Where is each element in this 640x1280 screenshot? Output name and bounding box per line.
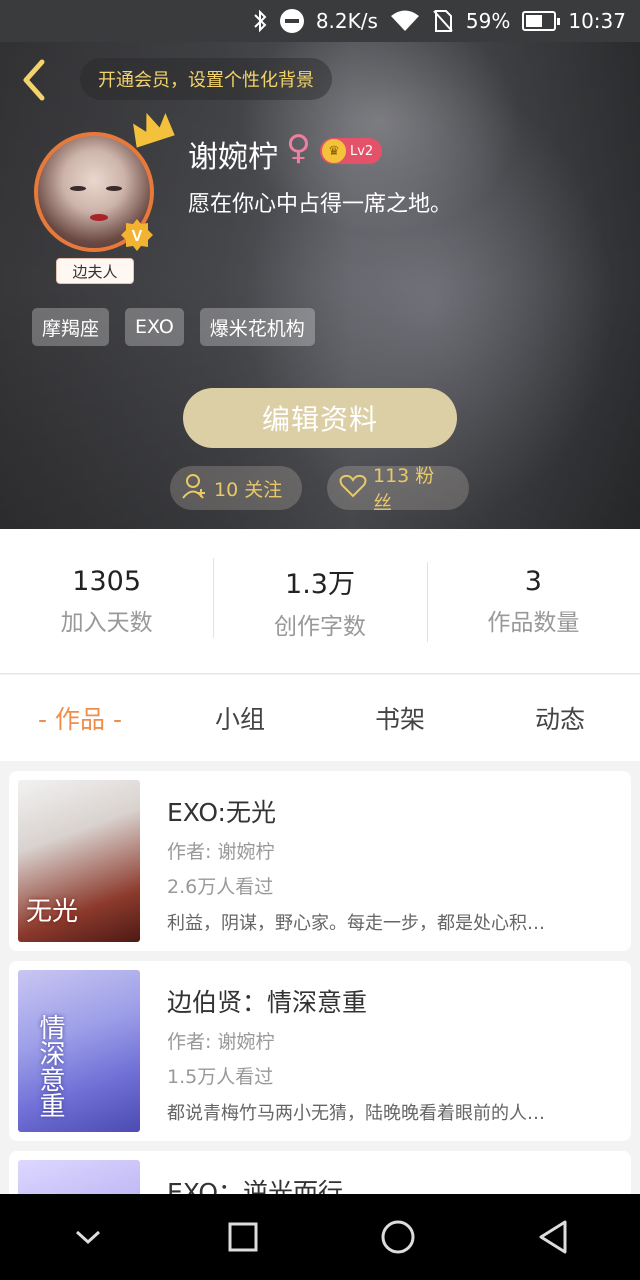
- edit-profile-button[interactable]: 编辑资料: [183, 388, 457, 448]
- battery-icon: [522, 11, 561, 31]
- battery-percent: 59%: [465, 9, 511, 33]
- back-triangle-icon[interactable]: [523, 1207, 583, 1267]
- dnd-icon: [279, 9, 304, 33]
- book-cover[interactable]: 无光: [18, 780, 140, 942]
- work-author: 作者: 谢婉柠: [167, 841, 275, 863]
- work-author: 作者: 谢婉柠: [167, 1031, 275, 1053]
- avatar-eye: [106, 186, 122, 191]
- cover-title: 情深意重: [35, 1014, 65, 1118]
- tab-works[interactable]: - 作品 -: [0, 700, 160, 736]
- female-icon: ♀: [286, 128, 311, 168]
- list-item[interactable]: 情深意重 边伯贤：情深意重 作者: 谢婉柠 1.5万人看过 都说青梅竹马两小无猜…: [9, 961, 631, 1141]
- stat-label: 加入天数: [60, 609, 153, 636]
- profile-header: 开通会员，设置个性化背景 V 边夫人 谢婉柠 ♀ ♛ Lv2 愿在你心中占得一席…: [0, 42, 640, 529]
- stat-value: 3: [524, 565, 542, 597]
- avatar-eye: [70, 186, 86, 191]
- follow-button[interactable]: 10 关注: [170, 466, 302, 510]
- chevron-down-icon[interactable]: [58, 1207, 118, 1267]
- fans-count: 113 粉丝: [373, 465, 435, 514]
- system-nav-bar: [0, 1194, 640, 1280]
- profile-motto: 愿在你心中占得一席之地。: [188, 192, 453, 217]
- status-bar: 8.2K/s 59% 10:37: [0, 0, 640, 42]
- stat-label: 创作字数: [273, 613, 366, 640]
- fans-button[interactable]: 113 粉丝: [327, 465, 469, 514]
- book-cover[interactable]: 情深意重: [18, 970, 140, 1132]
- tab-groups[interactable]: 小组: [160, 700, 320, 736]
- work-views: 2.6万人看过: [167, 876, 274, 898]
- verified-v-text: V: [132, 228, 143, 245]
- nameplate: 边夫人: [56, 258, 134, 284]
- recent-apps-icon[interactable]: [213, 1207, 273, 1267]
- work-info: 边伯贤：情深意重 作者: 谢婉柠 1.5万人看过 都说青梅竹马两小无猜，陆晚晚看…: [167, 983, 617, 1125]
- clock: 10:37: [568, 9, 626, 33]
- tag-item[interactable]: 爆米花机构: [199, 308, 315, 346]
- work-title: EXO:无光: [167, 798, 276, 827]
- tag-item[interactable]: 摩羯座: [32, 308, 110, 346]
- username: 谢婉柠: [188, 140, 278, 175]
- list-item[interactable]: EXO：逆光而行: [9, 1151, 631, 1194]
- work-description: 都说青梅竹马两小无猜，陆晚晚看着眼前的人…: [167, 1103, 545, 1124]
- tab-activity[interactable]: 动态: [480, 700, 640, 736]
- nameplate-text: 边夫人: [72, 262, 118, 281]
- stat-label: 作品数量: [487, 609, 580, 636]
- crown-level-icon: ♛: [322, 139, 346, 163]
- level-text: Lv2: [350, 143, 374, 159]
- tab-bookshelf[interactable]: 书架: [320, 700, 480, 736]
- profile-tabs: - 作品 - 小组 书架 动态: [0, 675, 640, 761]
- book-cover[interactable]: [18, 1160, 140, 1194]
- no-sim-icon: [432, 9, 454, 33]
- battery-fill: [526, 15, 542, 27]
- add-user-icon: [182, 473, 208, 504]
- home-icon[interactable]: [368, 1207, 428, 1267]
- list-item[interactable]: 无光 EXO:无光 作者: 谢婉柠 2.6万人看过 利益，阴谋，野心家。每走一步…: [9, 771, 631, 951]
- cover-title: 无光: [26, 897, 79, 927]
- back-button[interactable]: [16, 58, 52, 102]
- net-speed: 8.2K/s: [315, 9, 378, 33]
- tag-list: 摩羯座 EXO 爆米花机构: [32, 308, 315, 346]
- stat-value: 1.3万: [285, 568, 355, 600]
- works-list: 无光 EXO:无光 作者: 谢婉柠 2.6万人看过 利益，阴谋，野心家。每走一步…: [0, 761, 640, 1194]
- stat-value: 1305: [72, 565, 142, 597]
- work-info: EXO:无光 作者: 谢婉柠 2.6万人看过 利益，阴谋，野心家。每走一步，都是…: [167, 793, 617, 935]
- work-title: 边伯贤：情深意重: [167, 988, 368, 1017]
- crown-icon: [128, 106, 176, 150]
- bluetooth-icon: [252, 9, 268, 33]
- work-title: EXO：逆光而行: [167, 1178, 344, 1194]
- vip-promo-banner[interactable]: 开通会员，设置个性化背景: [80, 58, 332, 100]
- wifi-icon: [390, 10, 420, 32]
- stats-bar: 1305 加入天数 1.3万 创作字数 3 作品数量: [0, 529, 640, 674]
- avatar-lips: [90, 214, 108, 221]
- level-badge[interactable]: ♛ Lv2: [320, 138, 382, 164]
- stat-works-count: 3 作品数量: [426, 561, 640, 642]
- vip-promo-text: 开通会员，设置个性化背景: [98, 70, 314, 91]
- work-description: 利益，阴谋，野心家。每走一步，都是处心积…: [167, 913, 545, 934]
- stat-word-count: 1.3万 创作字数: [213, 557, 426, 641]
- stat-join-days: 1305 加入天数: [0, 566, 213, 637]
- follow-count: 10 关注: [214, 478, 283, 501]
- tag-item[interactable]: EXO: [125, 308, 184, 346]
- work-info: EXO：逆光而行: [167, 1173, 617, 1194]
- verified-v-icon: V: [120, 218, 154, 252]
- work-views: 1.5万人看过: [167, 1066, 274, 1088]
- heart-icon: [339, 474, 367, 503]
